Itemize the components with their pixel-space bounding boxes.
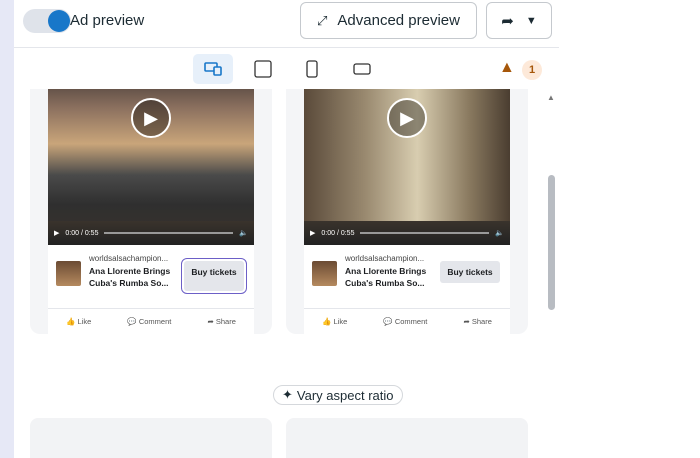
comment-button[interactable]: 💬 Comment: [127, 317, 171, 326]
scrollbar-thumb[interactable]: [548, 175, 555, 310]
play-button[interactable]: ▶: [387, 98, 427, 138]
ad-headline: Ana Llorente Brings Cuba's Rumba So...: [345, 266, 427, 288]
video-time: 0:00 / 0:55: [65, 229, 99, 237]
ad-domain: worldsalsachampion...: [345, 254, 425, 263]
like-label: Like: [77, 317, 92, 326]
share-dropdown-button[interactable]: ➦ ▼: [486, 2, 552, 39]
play-icon[interactable]: ▶: [54, 229, 59, 237]
post-actions: 👍 Like 💬 Comment ➦ Share: [304, 308, 510, 334]
toggle-knob: [48, 10, 70, 32]
share-icon: ➦: [501, 12, 514, 30]
like-button[interactable]: 👍 Like: [66, 317, 91, 326]
devices-icon: [204, 62, 222, 76]
ad-preview-label: Ad preview: [70, 12, 145, 29]
top-bar: Ad preview ⤢ Advanced preview ➦ ▼: [14, 0, 559, 48]
expand-icon: ⤢: [317, 12, 328, 28]
video-player[interactable]: ▶ ▶ 0:00 / 0:55 🔈: [48, 89, 254, 245]
warning-icon[interactable]: ▲: [499, 59, 515, 77]
share-post-button[interactable]: ➦ Share: [208, 317, 236, 326]
comment-label: Comment: [138, 317, 172, 326]
buy-tickets-button[interactable]: Buy tickets: [440, 261, 500, 283]
share-label: Share: [215, 317, 236, 326]
seek-bar[interactable]: [360, 232, 490, 234]
left-strip: [0, 0, 14, 458]
vary-aspect-ratio-label: Vary aspect ratio: [296, 387, 394, 403]
video-controls: ▶ 0:00 / 0:55 🔈: [48, 221, 254, 245]
ad-preview-toggle[interactable]: [23, 9, 71, 33]
post-actions: 👍 Like 💬 Comment ➦ Share: [48, 308, 254, 334]
comment-button[interactable]: 💬 Comment: [383, 317, 427, 326]
preview-card: ▶ ▶ 0:00 / 0:55 🔈 worldsalsachampion... An…: [30, 89, 272, 334]
facebook-ad: ▶ ▶ 0:00 / 0:55 🔈 worldsalsachampion... An…: [304, 89, 510, 334]
chevron-down-icon: ▼: [525, 14, 537, 27]
like-button[interactable]: 👍 Like: [322, 317, 347, 326]
warning-count[interactable]: 1: [522, 60, 542, 80]
like-label: Like: [333, 317, 348, 326]
ad-info: worldsalsachampion... Ana Llorente Bring…: [48, 251, 254, 301]
volume-icon[interactable]: 🔈: [495, 229, 504, 237]
video-player[interactable]: ▶ ▶ 0:00 / 0:55 🔈: [304, 89, 510, 245]
advanced-preview-label: Advanced preview: [337, 12, 460, 29]
video-time: 0:00 / 0:55: [321, 229, 355, 237]
horizontal-icon: [353, 63, 371, 75]
buy-tickets-button[interactable]: Buy tickets: [181, 258, 247, 294]
all-placements-tab[interactable]: [193, 54, 233, 84]
play-button[interactable]: ▶: [131, 98, 171, 138]
placement-bar: ▲ 1: [14, 49, 559, 89]
page-thumbnail: [56, 261, 81, 286]
page-thumbnail: [312, 261, 337, 286]
play-icon[interactable]: ▶: [310, 229, 315, 237]
placeholder-card: [30, 418, 272, 458]
vertical-format-tab[interactable]: [292, 54, 332, 84]
share-post-button[interactable]: ➦ Share: [464, 317, 492, 326]
placeholder-card: [286, 418, 528, 458]
sparkle-icon: ✦: [282, 387, 293, 402]
scrollbar[interactable]: ▲: [546, 89, 558, 458]
square-icon: [254, 60, 272, 78]
horizontal-format-tab[interactable]: [342, 54, 382, 84]
volume-icon[interactable]: 🔈: [239, 229, 248, 237]
share-label: Share: [471, 317, 492, 326]
facebook-ad: ▶ ▶ 0:00 / 0:55 🔈 worldsalsachampion... An…: [48, 89, 254, 334]
advanced-preview-button[interactable]: ⤢ Advanced preview: [300, 2, 477, 39]
video-controls: ▶ 0:00 / 0:55 🔈: [304, 221, 510, 245]
square-format-tab[interactable]: [243, 54, 283, 84]
ad-info: worldsalsachampion... Ana Llorente Bring…: [304, 251, 510, 301]
preview-card: ▶ ▶ 0:00 / 0:55 🔈 worldsalsachampion... An…: [286, 89, 528, 334]
vary-aspect-ratio-button[interactable]: ✦ Vary aspect ratio: [273, 385, 403, 405]
comment-label: Comment: [394, 317, 428, 326]
ad-headline: Ana Llorente Brings Cuba's Rumba So...: [89, 266, 171, 288]
seek-bar[interactable]: [104, 232, 234, 234]
vertical-icon: [306, 60, 318, 78]
scroll-up-icon[interactable]: ▲: [547, 93, 555, 102]
ad-domain: worldsalsachampion...: [89, 254, 169, 263]
